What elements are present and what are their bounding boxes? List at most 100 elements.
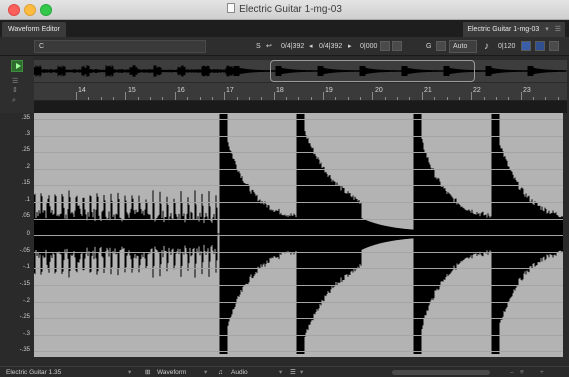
return-arrow-icon[interactable]: ↩ [266,40,272,53]
zoom-in-icon[interactable]: + [540,368,544,377]
ruler-tick [446,97,448,100]
amp-label: -.25 [19,314,30,320]
bottom-gap [0,357,569,366]
amplitude-gridline [34,185,567,187]
amp-label: .05 [21,213,30,219]
track-name-label: Electric Guitar 1.35 [6,369,62,376]
list-view-icon[interactable]: ☰ [12,78,22,85]
amplitude-gridline [34,251,567,253]
ruler-tick [150,97,152,100]
editor-target-label: Electric Guitar 1-mg-03 [467,26,540,33]
offset-display[interactable]: 0|000 [360,40,377,53]
ruler-tick [409,97,411,100]
zoom-out-icon[interactable]: – [510,368,514,377]
ruler-label: 22 [473,87,481,94]
source-mode-select[interactable]: Audio [231,368,248,377]
ruler-tick [323,92,324,100]
selection-tool-label[interactable]: S [256,40,261,53]
play-icon[interactable] [11,60,23,72]
ruler-tick [532,97,534,100]
ruler-label: 17 [226,87,234,94]
amp-label: .35 [21,115,30,121]
chevron-down-icon: ▾ [545,26,549,33]
ruler-tick [298,97,300,100]
ruler-tick [372,92,374,100]
hamburger-menu-icon[interactable]: ☰ [555,22,561,37]
chevron-down-icon[interactable]: ▾ [204,368,207,377]
tab-waveform-editor[interactable]: Waveform Editor [2,22,66,37]
waveform-display[interactable] [34,113,567,357]
amplitude-gridline [34,235,567,237]
ruler-label: 21 [424,87,432,94]
amplitude-gridline [34,168,567,170]
offset-dropdown-button[interactable] [380,41,390,51]
status-bar: Electric Guitar 1.35 ▾ ⊞ Waveform ▾ ♫ Au… [0,366,569,377]
chevron-down-icon[interactable]: ▾ [128,368,131,377]
amplitude-gridline [34,285,567,286]
zoom-icon[interactable]: ⌕ [12,97,22,104]
ruler-tick [557,97,559,100]
marker-lane[interactable] [34,101,567,113]
ruler-tick [187,97,189,100]
link-icon[interactable] [535,41,545,51]
amplitude-gridline [34,301,567,303]
ruler-tick [236,97,238,100]
ruler-tick [113,97,115,100]
overview-visible-range[interactable] [270,60,475,82]
ruler-tick [508,97,510,100]
ruler-tick [224,92,226,100]
editor-target-selector[interactable]: Electric Guitar 1-mg-03 ▾ ☰ [463,22,565,37]
ruler-tick [545,97,547,100]
chevron-down-icon[interactable]: ▾ [300,368,303,377]
tempo-display[interactable]: 0|120 [498,40,515,53]
amp-label: -.3 [22,331,30,337]
clip-name-field[interactable]: C [34,40,206,53]
zoom-vertical-icon[interactable]: ⇕ [12,87,22,94]
editor-toolbar: C S ↩ 0/4|392 ◂ 0/4|392 ▸ 0|000 G Auto ♪… [0,37,569,56]
ruler-tick [248,97,250,100]
amp-label: .3 [24,131,30,137]
amp-label: .2 [24,164,30,170]
list-icon[interactable]: ☰ [290,368,296,377]
ruler-tick [261,97,263,100]
chevron-down-icon[interactable]: ▾ [279,368,282,377]
grid-toggle-checkbox[interactable] [436,41,446,51]
start-position-display[interactable]: 0/4|392 [281,40,304,53]
ruler-tick [347,97,349,100]
amp-label: -.05 [19,248,30,254]
right-arrow-icon: ▸ [348,43,352,50]
ruler-tick [199,97,201,100]
ruler-label: 14 [78,87,86,94]
cursor-icon[interactable] [392,41,402,51]
ruler-tick [310,97,312,100]
ruler-label: 16 [177,87,185,94]
ruler-tick [458,97,460,100]
zoom-slider-icon[interactable]: ≡ [520,368,524,377]
ruler-label: 18 [276,87,284,94]
ruler-tick [100,97,102,100]
snap-select[interactable]: Auto [449,40,477,53]
ruler-tick [520,92,522,100]
amplitude-gridline [34,218,567,220]
more-options-button[interactable] [549,41,559,51]
timeline-ruler[interactable]: 14 15 16 17 18 19 20 21 22 23 [34,83,567,101]
ruler-tick [125,92,127,100]
end-position-display[interactable]: 0/4|392 [319,40,342,53]
ruler-tick [137,97,139,100]
ruler-label: 23 [523,87,531,94]
ruler-label: 19 [325,87,333,94]
amplitude-gridline [34,152,567,154]
ruler-label: 20 [375,87,383,94]
amp-label: -.2 [22,298,30,304]
document-icon [227,3,236,13]
horizontal-scrollbar[interactable] [392,370,490,375]
color-swatch-icon[interactable] [521,41,531,51]
ruler-tick [273,92,275,100]
grid-label[interactable]: G [426,40,431,53]
ruler-tick [162,97,164,100]
waveform-overview[interactable] [33,60,567,82]
view-mode-select[interactable]: Waveform [157,368,186,377]
amplitude-gridline [34,202,567,203]
amp-label: -.35 [19,347,30,353]
amp-label: .15 [21,180,30,186]
